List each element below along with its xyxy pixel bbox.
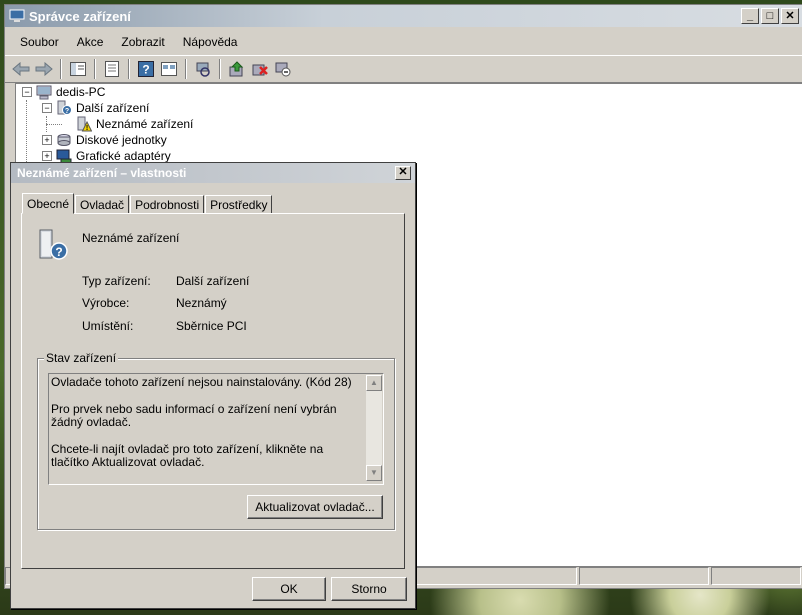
collapse-icon[interactable]: − bbox=[22, 87, 32, 97]
svg-text:?: ? bbox=[142, 63, 149, 77]
toolbar-separator bbox=[185, 59, 187, 79]
update-driver-button[interactable]: Aktualizovat ovladač... bbox=[247, 495, 383, 519]
dialog-close-button[interactable]: ✕ bbox=[395, 166, 411, 180]
tree-node-disk-drives[interactable]: + Diskové jednotky bbox=[42, 132, 167, 148]
general-tab-panel: ? Neznámé zařízení Typ zařízení: Další za… bbox=[21, 213, 405, 569]
properties-dialog: Neznámé zařízení – vlastnosti ✕ Obecné O… bbox=[10, 162, 416, 609]
prop-value: Neznámý bbox=[176, 296, 227, 310]
close-button[interactable]: ✕ bbox=[781, 8, 799, 24]
ok-button[interactable]: OK bbox=[252, 577, 326, 601]
device-status-text[interactable]: Ovladače tohoto zařízení nejsou nainstal… bbox=[48, 373, 384, 485]
title-bar[interactable]: Správce zařízení _ □ ✕ bbox=[5, 5, 802, 27]
disk-drive-icon bbox=[57, 134, 71, 146]
dialog-title: Neznámé zařízení – vlastnosti bbox=[17, 166, 187, 180]
view-icon[interactable] bbox=[159, 59, 179, 79]
tree-node-other-devices[interactable]: − ? Další zařízení bbox=[42, 100, 149, 116]
menu-zobrazit[interactable]: Zobrazit bbox=[112, 35, 173, 49]
status-panel bbox=[579, 567, 709, 585]
svg-text:?: ? bbox=[55, 245, 62, 259]
status-panel bbox=[711, 567, 801, 585]
unknown-device-warning-icon: ! bbox=[77, 116, 92, 132]
properties-icon[interactable] bbox=[102, 59, 122, 79]
status-line: Chcete-li najít ovladač pro toto zařízen… bbox=[51, 442, 324, 469]
show-hide-tree-icon[interactable] bbox=[68, 59, 88, 79]
svg-text:?: ? bbox=[65, 108, 69, 115]
uninstall-icon[interactable] bbox=[250, 59, 270, 79]
device-manager-icon bbox=[9, 9, 25, 22]
tree-node-root[interactable]: − dedis-PC bbox=[22, 84, 105, 100]
back-icon[interactable] bbox=[11, 59, 31, 79]
tree-node-unknown-device[interactable]: ! Neznámé zařízení bbox=[76, 116, 193, 132]
scan-hardware-icon[interactable] bbox=[193, 59, 213, 79]
prop-row-manufacturer: Výrobce: Neznámý bbox=[82, 296, 227, 310]
prop-value: Sběrnice PCI bbox=[176, 319, 247, 333]
device-status-group: Stav zařízení Ovladače tohoto zařízení n… bbox=[37, 351, 395, 530]
dialog-title-bar[interactable]: Neznámé zařízení – vlastnosti ✕ bbox=[11, 163, 415, 183]
tab-strip: Obecné Ovladač Podrobnosti Prostředky bbox=[22, 193, 273, 214]
menu-napoveda[interactable]: Nápověda bbox=[174, 35, 247, 49]
menu-soubor[interactable]: Soubor bbox=[11, 35, 68, 49]
disable-icon[interactable] bbox=[273, 59, 293, 79]
tree-label-other-devices: Další zařízení bbox=[76, 101, 150, 115]
scroll-up-icon[interactable]: ▲ bbox=[366, 375, 382, 391]
unknown-device-category-icon: ? bbox=[57, 100, 72, 115]
prop-key: Výrobce: bbox=[82, 296, 130, 310]
toolbar-separator bbox=[219, 59, 221, 79]
prop-row-location: Umístění: Sběrnice PCI bbox=[82, 319, 247, 333]
unknown-device-icon: ? bbox=[39, 229, 68, 260]
help-icon[interactable]: ? bbox=[136, 59, 156, 79]
device-name: Neznámé zařízení bbox=[82, 231, 180, 245]
toolbar-separator bbox=[128, 59, 130, 79]
toolbar: ? bbox=[5, 55, 802, 83]
maximize-button[interactable]: □ bbox=[761, 8, 779, 24]
scroll-down-icon[interactable]: ▼ bbox=[366, 465, 382, 481]
prop-row-type: Typ zařízení: Další zařízení bbox=[82, 274, 249, 288]
computer-icon bbox=[36, 85, 52, 100]
tab-general[interactable]: Obecné bbox=[22, 193, 75, 214]
window-title: Správce zařízení bbox=[29, 8, 131, 24]
toolbar-separator bbox=[94, 59, 96, 79]
prop-key: Typ zařízení: bbox=[82, 274, 151, 288]
status-scrollbar[interactable]: ▲ ▼ bbox=[366, 375, 382, 481]
tree-label-display-adapters: Grafické adaptéry bbox=[76, 149, 171, 163]
toolbar-separator bbox=[60, 59, 62, 79]
expand-icon[interactable]: + bbox=[42, 135, 52, 145]
cancel-button[interactable]: Storno bbox=[331, 577, 407, 601]
svg-text:!: ! bbox=[86, 125, 88, 132]
device-status-label: Stav zařízení bbox=[44, 351, 119, 365]
tree-line bbox=[26, 100, 27, 164]
collapse-icon[interactable]: − bbox=[42, 103, 52, 113]
tree-label-root: dedis-PC bbox=[56, 85, 106, 99]
tree-label-disk-drives: Diskové jednotky bbox=[76, 133, 167, 147]
menu-bar: Soubor Akce Zobrazit Nápověda bbox=[5, 31, 802, 53]
tab-resources[interactable]: Prostředky bbox=[205, 195, 273, 214]
tab-details[interactable]: Podrobnosti bbox=[130, 195, 205, 214]
tree-line bbox=[46, 124, 62, 125]
status-line: Pro prvek nebo sadu informací o zařízení… bbox=[51, 402, 337, 429]
prop-key: Umístění: bbox=[82, 319, 134, 333]
menu-akce[interactable]: Akce bbox=[68, 35, 113, 49]
prop-value: Další zařízení bbox=[176, 274, 250, 288]
update-driver-icon[interactable] bbox=[227, 59, 247, 79]
tab-driver[interactable]: Ovladač bbox=[75, 195, 130, 214]
expand-icon[interactable]: + bbox=[42, 151, 52, 161]
forward-icon[interactable] bbox=[34, 59, 54, 79]
tree-label-unknown-device: Neznámé zařízení bbox=[96, 117, 194, 131]
status-line: Ovladače tohoto zařízení nejsou nainstal… bbox=[51, 375, 352, 389]
minimize-button[interactable]: _ bbox=[741, 8, 759, 24]
